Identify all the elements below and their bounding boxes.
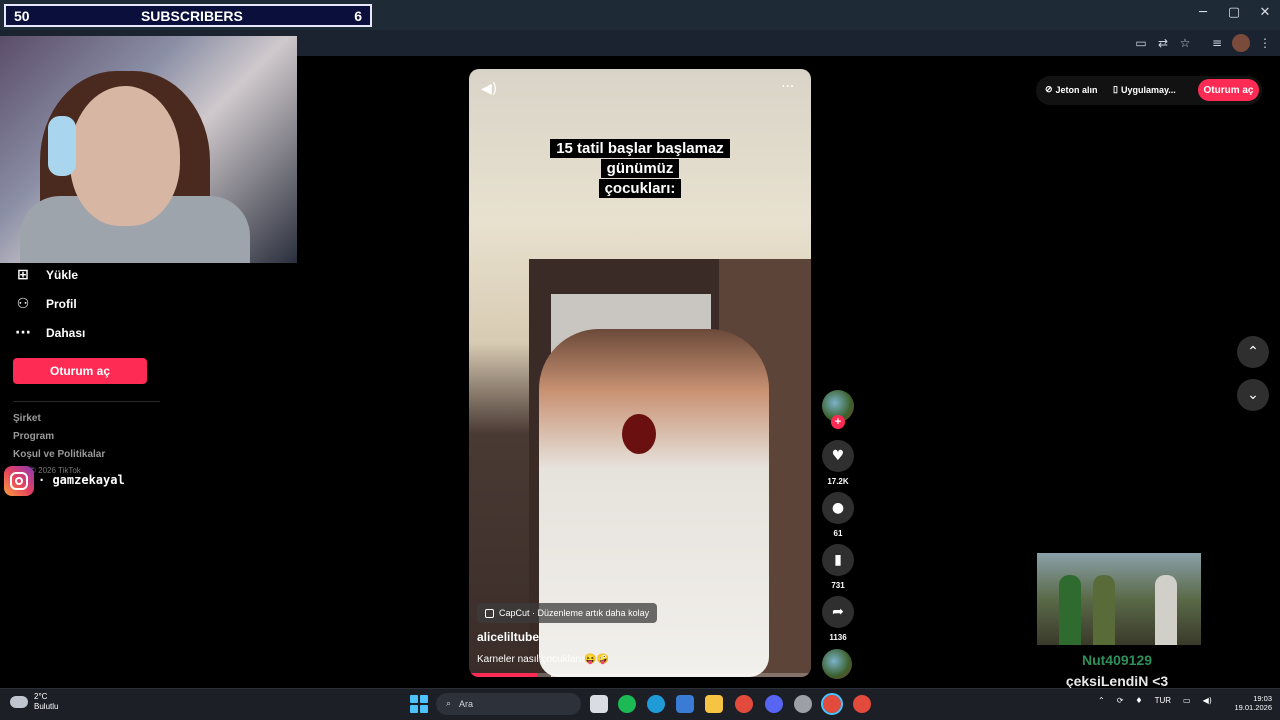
translate-icon[interactable]: ⇄ (1154, 34, 1172, 52)
next-video-button[interactable]: ⌄ (1237, 379, 1269, 411)
search-icon: ⌕ (446, 699, 452, 709)
chevron-up-icon: ⌃ (1247, 344, 1259, 360)
caption-line-1: 15 tatil başlar başlamaz günümüz (550, 139, 730, 178)
caption-line-2: çocukları: (598, 179, 682, 198)
chevron-down-icon: ⌄ (1247, 387, 1259, 403)
video-player[interactable]: ◀) ··· 15 tatil başlar başlamaz günümüz … (469, 69, 811, 677)
video-description: Karneler nasıl çocuklarıı😝🤪 (477, 654, 610, 665)
bookmark-star-icon[interactable]: ☆ (1176, 34, 1194, 52)
taskbar-search[interactable]: ⌕ Ara (436, 693, 581, 715)
chrome-active-icon[interactable] (821, 693, 843, 715)
footer-link-terms[interactable]: Koşul ve Politikalar (13, 449, 105, 460)
like-button[interactable]: ♥ (822, 440, 854, 472)
video-progress-fill (469, 673, 538, 677)
sync-icon[interactable]: ⟳ (1117, 696, 1124, 705)
comment-icon: ● (831, 500, 845, 516)
get-coins-link[interactable]: ⊘ Jeton alın (1045, 84, 1098, 95)
taskbar-clock[interactable]: 19:03 19.01.2026 (1224, 694, 1272, 712)
chrome-profile-icon[interactable] (853, 695, 871, 713)
share-button[interactable]: ➦ (822, 596, 854, 628)
sidebar-item-profile[interactable]: ⚇ Profil (14, 293, 77, 315)
sidebar-item-label: Dahası (46, 326, 86, 340)
overlay-message: çeksiLendiN <3 (1065, 673, 1169, 689)
maximize-button[interactable]: ▢ (1220, 5, 1248, 23)
capcut-tag[interactable]: CapCut · Düzenleme artık daha kolay (477, 603, 658, 623)
instagram-icon (4, 466, 34, 496)
minimize-button[interactable]: ─ (1189, 5, 1217, 23)
sidebar-item-label: Profil (46, 297, 77, 311)
footer-link-company[interactable]: Şirket (13, 413, 41, 424)
sidebar-item-label: Yükle (46, 268, 79, 282)
save-count: 731 (831, 581, 845, 590)
instagram-handle: · gamzekayal (38, 473, 125, 487)
music-disc-icon[interactable] (822, 649, 852, 679)
comment-count: 61 (833, 529, 843, 538)
capcut-tag-label: CapCut · Düzenleme artık daha kolay (499, 608, 650, 618)
display-icon[interactable]: ▭ (1183, 696, 1191, 705)
profile-icon: ⚇ (16, 296, 30, 312)
windows-taskbar (0, 688, 1280, 720)
weather-widget[interactable]: 2°C Bulutlu (10, 692, 58, 712)
more-icon: ··· (15, 325, 31, 341)
like-count: 17.2K (827, 477, 849, 486)
language-indicator[interactable]: TUR (1155, 696, 1171, 705)
volume-icon[interactable]: ◀) (481, 81, 497, 97)
obs-icon[interactable] (794, 695, 812, 713)
bookmark-icon: ▮ (834, 552, 842, 568)
system-tray[interactable]: ⌃ ⟳ ♦ TUR ▭ ◀) (1098, 696, 1212, 705)
login-button-header[interactable]: Oturum aç (1198, 79, 1259, 101)
comment-button[interactable]: ● (822, 492, 854, 524)
microphone-icon[interactable]: ♦ (1135, 696, 1142, 705)
reading-list-icon[interactable]: ≡ (1208, 34, 1226, 52)
windows-start-icon[interactable] (410, 695, 428, 713)
clock-time: 19:03 (1253, 694, 1272, 703)
cloud-icon (10, 696, 28, 708)
spotify-icon[interactable] (618, 695, 636, 713)
task-view-icon[interactable] (590, 695, 608, 713)
tray-chevron-icon[interactable]: ⌃ (1098, 696, 1105, 705)
upload-icon: ⊞ (17, 267, 29, 283)
browser-menu-icon[interactable]: ⋮ (1256, 34, 1274, 52)
more-options-icon[interactable]: ··· (781, 79, 794, 95)
sidebar-item-more[interactable]: ··· Dahası (14, 322, 85, 344)
subscriber-counter: 50 SUBSCRIBERS 6 (4, 4, 372, 27)
share-count: 1136 (829, 633, 847, 642)
follow-plus-icon[interactable]: + (831, 415, 845, 429)
store-icon[interactable] (676, 695, 694, 713)
previous-video-button[interactable]: ⌃ (1237, 336, 1269, 368)
save-button[interactable]: ▮ (822, 544, 854, 576)
edge-icon[interactable] (647, 695, 665, 713)
sidebar-divider (13, 401, 160, 402)
sub-counter-label: SUBSCRIBERS (140, 7, 243, 24)
game-clip-overlay (1037, 553, 1201, 645)
volume-tray-icon[interactable]: ◀) (1203, 696, 1212, 705)
get-app-label: Uygulamay... (1120, 84, 1176, 95)
close-window-button[interactable]: ✕ (1251, 5, 1279, 23)
get-coins-label: Jeton alın (1055, 84, 1098, 95)
footer-link-program[interactable]: Program (13, 431, 54, 442)
sub-counter-right: 6 (354, 7, 362, 24)
phone-icon: ▯ (1113, 84, 1118, 94)
clock-date: 19.01.2026 (1234, 703, 1272, 712)
heart-icon: ♥ (831, 448, 845, 464)
video-caption: 15 tatil başlar başlamaz günümüz çocukla… (523, 139, 757, 199)
video-author[interactable]: aliceliltube (477, 630, 539, 644)
sidebar-item-upload[interactable]: ⊞ Yükle (14, 264, 78, 286)
discord-icon[interactable] (765, 695, 783, 713)
share-icon: ➦ (832, 604, 844, 620)
sub-counter-left: 50 (14, 7, 30, 24)
login-button-sidebar[interactable]: Oturum aç (13, 358, 147, 384)
weather-condition: Bulutlu (34, 702, 59, 711)
chrome-icon[interactable] (735, 695, 753, 713)
profile-avatar-icon[interactable] (1232, 34, 1250, 52)
cast-icon[interactable]: ▭ (1132, 34, 1150, 52)
streamer-webcam (0, 36, 297, 263)
search-placeholder: Ara (459, 699, 474, 709)
coin-icon: ⊘ (1045, 84, 1053, 94)
capcut-icon (485, 608, 494, 618)
get-app-link[interactable]: ▯ Uygulamay... (1113, 84, 1176, 95)
file-explorer-icon[interactable] (705, 695, 723, 713)
weather-temperature: 2°C (34, 692, 48, 701)
overlay-username: Nut409129 (1081, 652, 1153, 668)
